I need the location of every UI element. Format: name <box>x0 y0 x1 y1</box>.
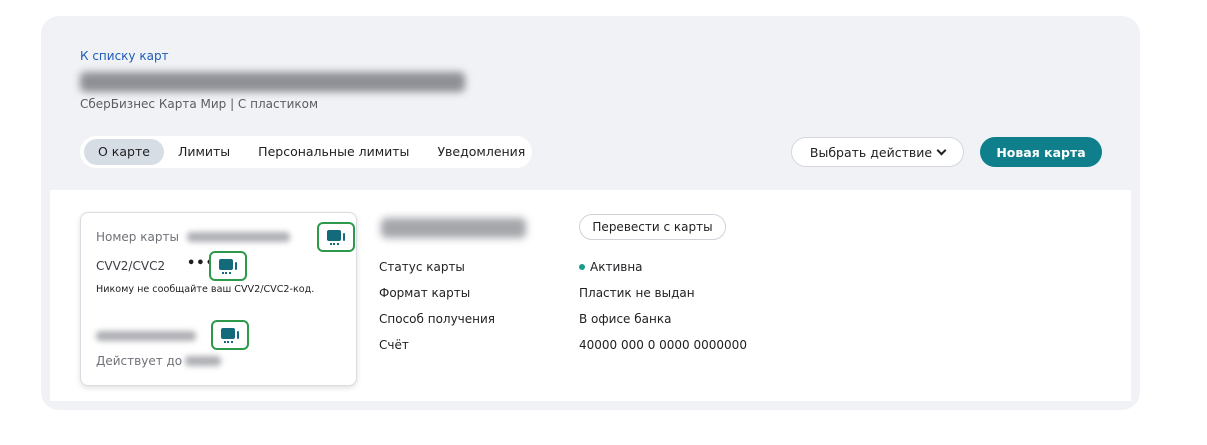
card-number-label: Номер карты <box>96 230 179 244</box>
copy-icon <box>221 327 239 343</box>
copy-icon <box>219 258 237 274</box>
tab-notifications[interactable]: Уведомления <box>423 139 539 165</box>
status-value-text: Активна <box>590 260 643 274</box>
back-to-cards-link[interactable]: К списку карт <box>80 49 169 63</box>
choose-action-label: Выбрать действие <box>809 144 933 160</box>
account-value: 40000 000 0 0000 0000000 <box>579 338 747 352</box>
copy-cardholder-button[interactable] <box>211 320 249 350</box>
card-title-blurred <box>80 72 465 92</box>
tab-bar: О карте Лимиты Персональные лимиты Уведо… <box>80 136 532 168</box>
delivery-label: Способ получения <box>379 312 496 326</box>
format-value: Пластик не выдан <box>579 286 695 300</box>
format-label: Формат карты <box>379 286 471 300</box>
status-label: Статус карты <box>379 260 465 274</box>
show-cvv-button[interactable] <box>209 251 247 281</box>
card-number-blurred <box>187 232 290 242</box>
tab-about-card[interactable]: О карте <box>84 139 164 165</box>
card-info-panel: Номер карты CVV2/CVC2 ••• Никому не сооб… <box>50 190 1131 401</box>
cvv-label: CVV2/CVC2 <box>96 259 166 273</box>
copy-icon <box>327 229 345 245</box>
transfer-from-card-button[interactable]: Перевести с карты <box>579 214 726 240</box>
valid-until-label: Действует до <box>96 354 183 368</box>
chevron-down-icon <box>936 145 947 155</box>
tab-personal-limits[interactable]: Персональные лимиты <box>244 139 423 165</box>
account-label: Счёт <box>379 338 409 352</box>
status-value: Активна <box>579 260 643 274</box>
status-active-dot <box>579 263 585 270</box>
card-subtitle: СберБизнес Карта Мир | С пластиком <box>80 97 319 111</box>
cardholder-name-blurred <box>96 331 196 341</box>
card-requisites: Номер карты CVV2/CVC2 ••• Никому не сооб… <box>80 212 357 386</box>
tab-limits[interactable]: Лимиты <box>164 139 244 165</box>
choose-action-button[interactable]: Выбрать действие <box>791 137 964 167</box>
delivery-value: В офисе банка <box>579 312 672 326</box>
new-card-button[interactable]: Новая карта <box>980 137 1102 167</box>
card-details-container: К списку карт СберБизнес Карта Мир | С п… <box>41 16 1140 410</box>
cvv-warning: Никому не сообщайте ваш CVV2/CVC2-код. <box>96 284 315 295</box>
balance-blurred <box>381 218 526 238</box>
valid-until-blurred <box>185 356 221 366</box>
copy-card-number-button[interactable] <box>317 222 355 252</box>
